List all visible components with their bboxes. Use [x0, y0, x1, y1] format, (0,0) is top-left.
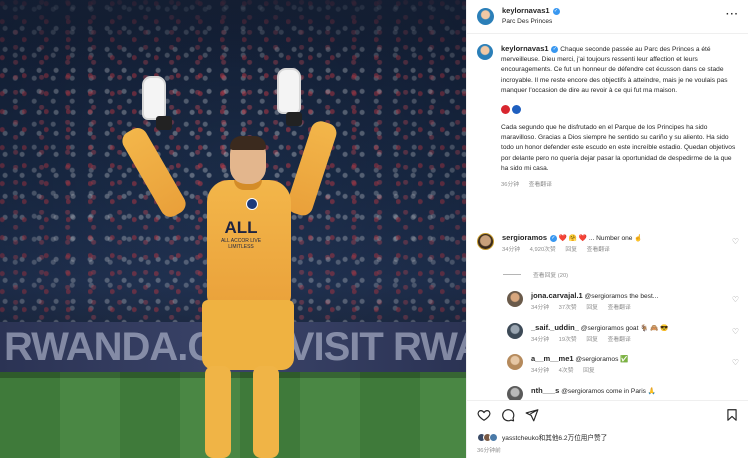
comment-avatar[interactable]	[477, 233, 494, 250]
reply-avatar[interactable]	[507, 386, 523, 400]
reply-reply-link[interactable]: 回复	[586, 305, 598, 311]
reply-text: @sergioramos come in Paris 🙏	[561, 388, 656, 395]
author-username[interactable]: keylornavas1	[502, 6, 550, 15]
post-panel: keylornavas1 ✓ Parc Des Princes ··· keyl…	[466, 0, 748, 458]
caption-meta: 36分钟 查看翻译	[501, 180, 737, 190]
posted-time: 36分钟前	[477, 448, 501, 454]
reply-username[interactable]: jona.carvajal.1	[531, 291, 583, 300]
post-caption: keylornavas1 ✓ Chaque seconde passée au …	[477, 44, 739, 190]
reply-time: 34分钟	[531, 337, 550, 343]
reply-text: @sergioramos goat 🐐 🙈 😎	[580, 325, 669, 332]
likes-summary[interactable]: yasstcheuko和其他6.2万位用户赞了	[477, 432, 607, 442]
reply-translate-link[interactable]: 查看翻译	[608, 305, 631, 311]
reply-likes[interactable]: 37次赞	[559, 305, 577, 311]
blue-circle-icon	[512, 105, 521, 115]
reply-like-heart-icon[interactable]: ♡	[732, 358, 739, 367]
post-photo[interactable]: RWANDA.COM VISIT RWANDA VISIT RWANDA ALL…	[0, 0, 466, 458]
reply-text: @sergioramos the best...	[584, 293, 659, 300]
caption-author-avatar[interactable]	[477, 44, 493, 60]
comment-time: 34分钟	[502, 247, 521, 253]
right-glove	[277, 68, 301, 114]
shorts	[202, 300, 294, 370]
reply-text: @sergioramos ✅	[575, 356, 629, 363]
reply-divider-line	[503, 274, 521, 275]
jersey-sponsor: ALL	[224, 218, 258, 237]
more-options-icon[interactable]: ···	[726, 10, 739, 20]
club-crest	[246, 198, 258, 210]
flag-emojis	[501, 105, 737, 115]
verified-badge-icon: ✓	[552, 7, 560, 15]
reply-item: _saif._uddin_ @sergioramos goat 🐐 🙈 😎 34…	[507, 323, 739, 345]
left-cuff	[156, 116, 172, 130]
comment-username[interactable]: sergioramos	[502, 233, 547, 242]
right-leg	[253, 366, 279, 458]
reply-avatar[interactable]	[507, 323, 523, 339]
verified-badge-icon: ✓	[549, 234, 557, 242]
comment-icon[interactable]	[501, 408, 515, 422]
post-header: keylornavas1 ✓ Parc Des Princes ···	[467, 0, 748, 34]
jersey-sponsor-sub: ALL ACCOR LIVE LIMITLESS	[220, 238, 262, 250]
red-circle-icon	[501, 105, 510, 115]
left-glove	[142, 76, 166, 120]
caption-translate-link[interactable]: 查看翻译	[529, 182, 552, 188]
player-hair	[230, 136, 266, 150]
caption-time: 36分钟	[501, 182, 520, 189]
comments-scroll[interactable]: keylornavas1 ✓ Chaque seconde passée au …	[467, 34, 748, 400]
comment-translate-link[interactable]: 查看翻译	[587, 247, 610, 253]
reply-item: nth___s @sergioramos come in Paris 🙏	[507, 386, 739, 400]
post-actions: yasstcheuko和其他6.2万位用户赞了 36分钟前	[467, 400, 748, 458]
comment-item: sergioramos ✓ ❤️ 🤗 ❤️ ... Number one ☝️ …	[477, 233, 739, 255]
heart-icon[interactable]	[477, 408, 491, 422]
right-arm	[284, 118, 340, 219]
reply-avatar[interactable]	[507, 291, 523, 307]
comment-text: ❤️ 🤗 ❤️ ... Number one ☝️	[558, 235, 643, 242]
post-location[interactable]: Parc Des Princes	[502, 17, 560, 27]
share-icon[interactable]	[525, 408, 539, 422]
reply-item: a__m__me1 @sergioramos ✅ 34分钟 4次赞 回复 ♡	[507, 354, 739, 376]
reply-like-heart-icon[interactable]: ♡	[732, 327, 739, 336]
view-replies-toggle[interactable]: 查看回复 (20)	[503, 270, 568, 279]
likes-text: yasstcheuko和其他6.2万位用户赞了	[502, 435, 608, 442]
view-replies-label[interactable]: 查看回复 (20)	[533, 270, 568, 279]
comment-likes[interactable]: 4,920次赞	[530, 247, 556, 253]
reply-avatar[interactable]	[507, 354, 523, 370]
liker-avatar	[489, 432, 498, 442]
reply-item: jona.carvajal.1 @sergioramos the best...…	[507, 291, 739, 313]
reply-time: 34分钟	[531, 305, 550, 311]
caption-text-es: Cada segundo que he disfrutado en el Par…	[501, 124, 736, 172]
author-avatar[interactable]	[477, 8, 494, 25]
left-arm	[118, 124, 190, 221]
right-cuff	[286, 112, 302, 126]
reply-time: 34分钟	[531, 368, 550, 374]
caption-text-fr: Chaque seconde passée au Parc des Prince…	[501, 46, 728, 94]
reply-translate-link[interactable]: 查看翻译	[608, 337, 631, 343]
liker-avatars	[477, 432, 498, 442]
reply-reply-link[interactable]: 回复	[583, 368, 595, 374]
reply-like-heart-icon[interactable]: ♡	[732, 295, 739, 304]
bookmark-icon[interactable]	[725, 408, 739, 422]
reply-reply-link[interactable]: 回复	[586, 337, 598, 343]
reply-likes[interactable]: 4次赞	[559, 368, 574, 374]
reply-username[interactable]: nth___s	[531, 386, 559, 395]
reply-likes[interactable]: 19次赞	[559, 337, 577, 343]
goalkeeper-figure: ALL ALL ACCOR LIVE LIMITLESS	[0, 0, 466, 458]
comment-reply-link[interactable]: 回复	[565, 247, 577, 253]
caption-username[interactable]: keylornavas1	[501, 44, 549, 53]
comment-like-heart-icon[interactable]: ♡	[732, 237, 739, 246]
reply-username[interactable]: a__m__me1	[531, 354, 574, 363]
verified-badge-icon: ✓	[551, 45, 559, 53]
reply-username[interactable]: _saif._uddin_	[531, 323, 579, 332]
left-leg	[205, 366, 231, 458]
